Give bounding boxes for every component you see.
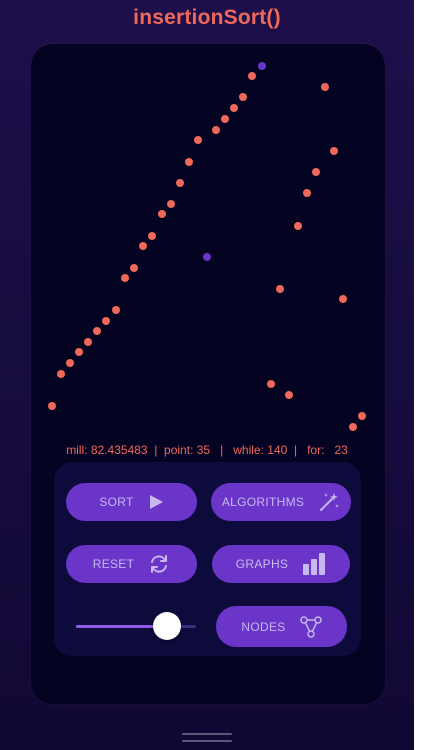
node-dot [276, 285, 284, 293]
reset-button-label: RESET [92, 557, 135, 571]
node-dot [221, 115, 229, 123]
node-dot [102, 317, 110, 325]
node-dot [148, 232, 156, 240]
node-dot [330, 147, 338, 155]
node-dot [167, 200, 175, 208]
home-indicator-secondary [182, 740, 232, 742]
algorithms-button[interactable]: ALGORITHMS [211, 483, 351, 521]
stat-for-value: 23 [334, 443, 348, 457]
node-dot [267, 380, 275, 388]
node-dot [303, 189, 311, 197]
stat-mill-value: 82.435483 [90, 443, 148, 457]
stats-bar: mill: 82.435483 | point: 35 | while: 140… [66, 443, 348, 457]
reset-button[interactable]: RESET [66, 545, 197, 583]
slider-thumb[interactable] [153, 612, 181, 640]
refresh-icon [148, 553, 170, 575]
node-dot [358, 412, 366, 420]
stat-while-value: 140 [267, 443, 288, 457]
node-dot [121, 274, 129, 282]
speed-slider[interactable] [76, 612, 198, 640]
node-dot [93, 327, 101, 335]
node-dot [158, 210, 166, 218]
graph-nodes-icon [299, 615, 322, 638]
node-dot [230, 104, 238, 112]
node-dot [248, 72, 256, 80]
graphs-button[interactable]: GRAPHS [212, 545, 350, 583]
node-dot [194, 136, 202, 144]
node-dot [66, 359, 74, 367]
node-dot [339, 295, 347, 303]
node-dot [57, 370, 65, 378]
sort-visualization [48, 62, 366, 431]
magic-wand-icon [318, 491, 340, 513]
node-dot [75, 348, 83, 356]
node-dot [48, 402, 56, 410]
algorithms-button-label: ALGORITHMS [221, 495, 305, 509]
node-dot [212, 126, 220, 134]
nodes-button-label: NODES [241, 619, 286, 634]
stat-point-value: 35 [196, 443, 211, 457]
bar-chart-icon [302, 553, 326, 575]
active-node-dot [258, 62, 266, 70]
play-icon [148, 494, 164, 510]
window-edge [414, 0, 422, 750]
active-node-dot [203, 253, 211, 261]
node-dot [294, 222, 302, 230]
node-dot [285, 391, 293, 399]
stat-point-label: point: [164, 443, 194, 457]
sort-button[interactable]: SORT [66, 483, 197, 521]
home-indicator [182, 733, 232, 735]
node-dot [112, 306, 120, 314]
node-dot [239, 93, 247, 101]
node-dot [139, 242, 147, 250]
nodes-button[interactable]: NODES [216, 606, 347, 647]
node-dot [312, 168, 320, 176]
sort-button-label: SORT [99, 495, 134, 509]
node-dot [321, 83, 329, 91]
node-dot [349, 423, 357, 431]
stat-mill-label: mill: [66, 443, 88, 457]
node-dot [176, 179, 184, 187]
node-dot [130, 264, 138, 272]
graphs-button-label: GRAPHS [235, 557, 289, 571]
stat-for-label: for: [307, 443, 325, 457]
node-dot [185, 158, 193, 166]
node-dot [84, 338, 92, 346]
stat-while-label: while: [233, 443, 264, 457]
